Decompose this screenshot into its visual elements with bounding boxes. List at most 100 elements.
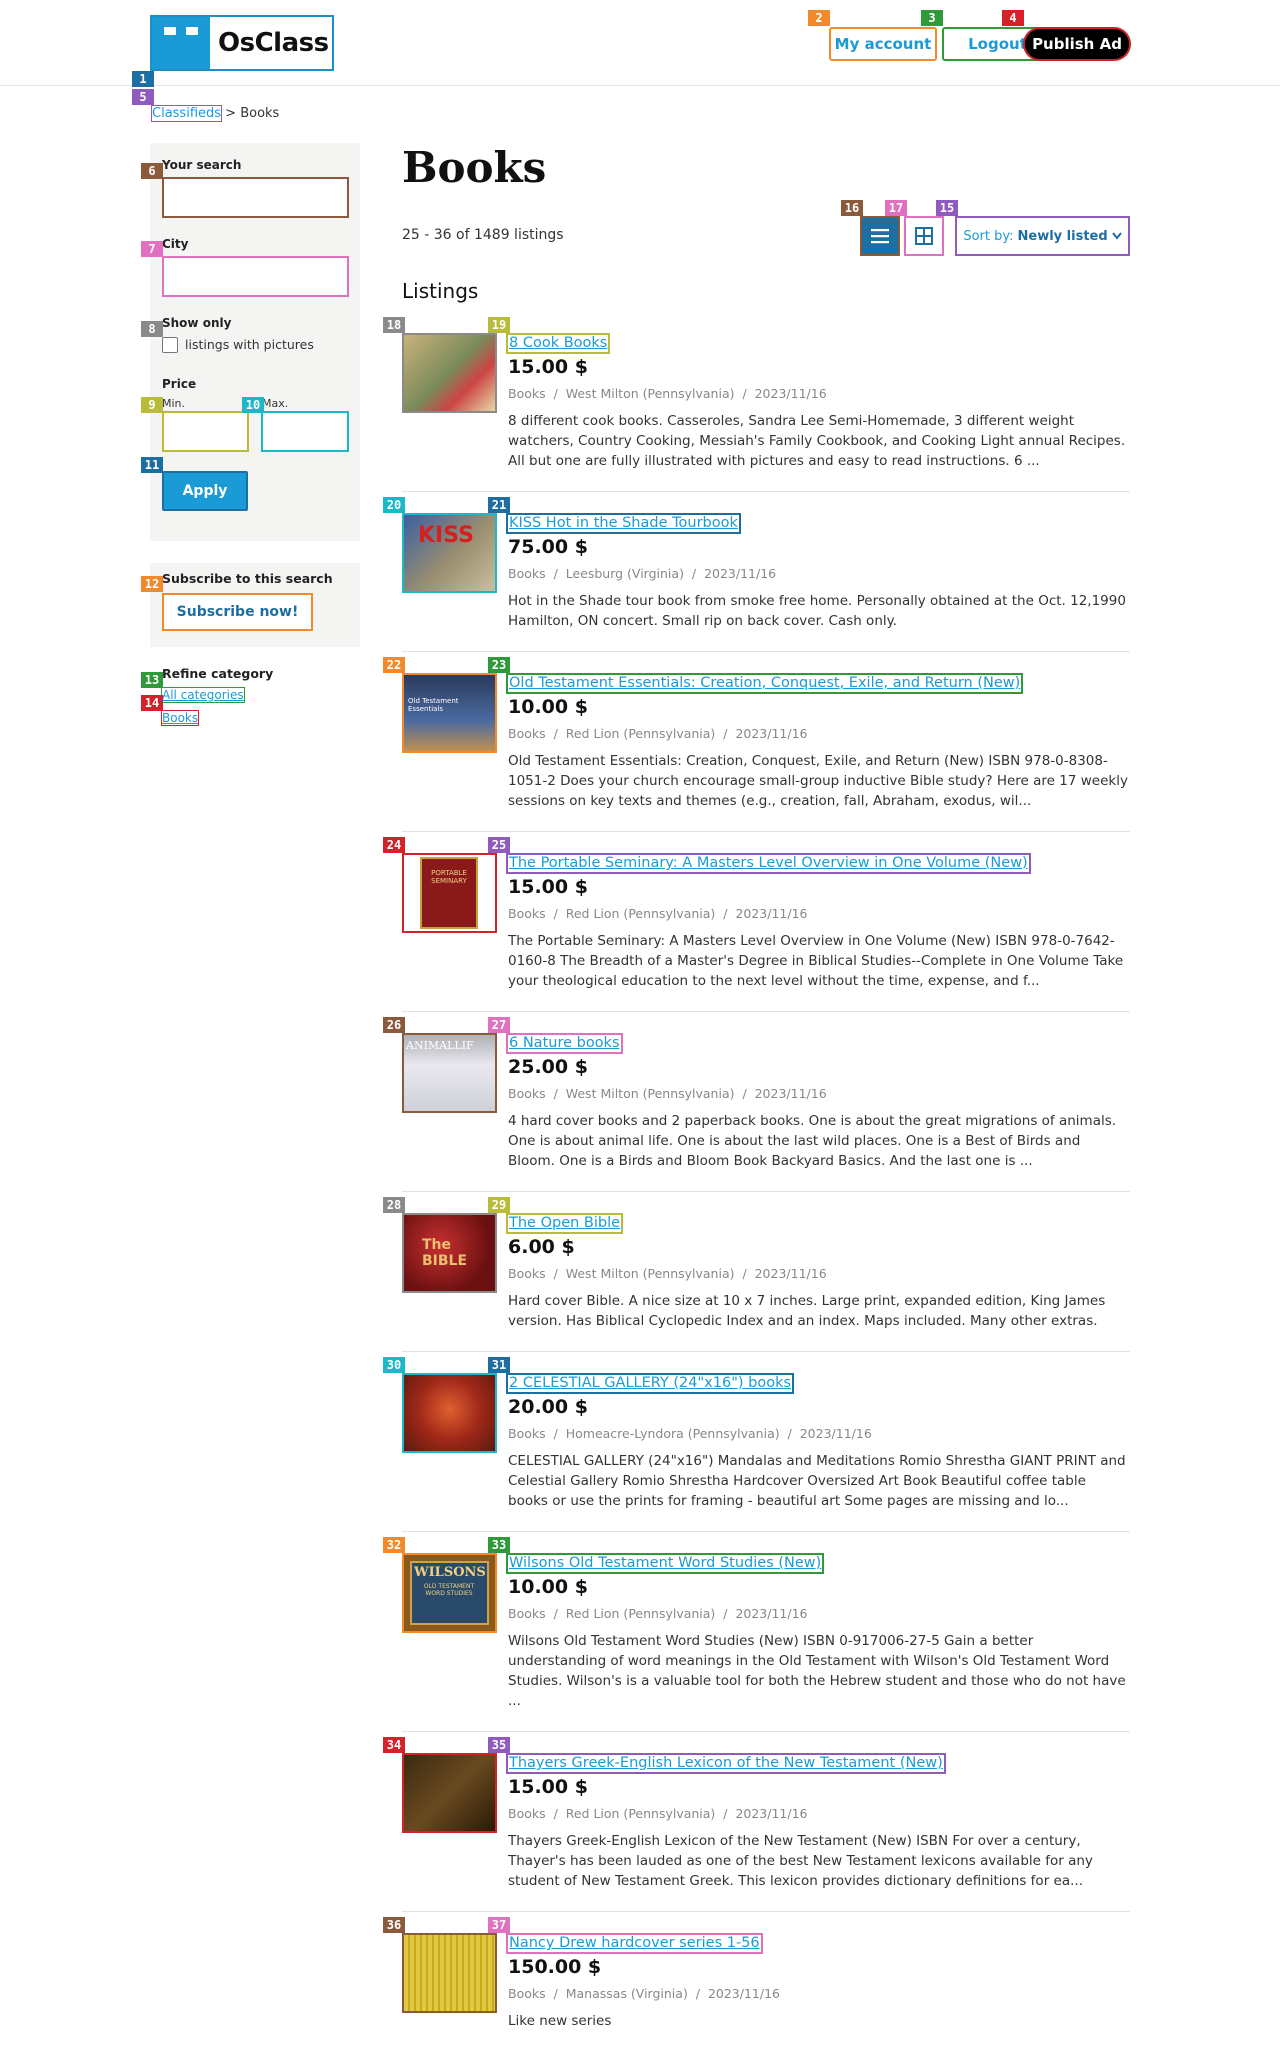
mark-badge: 17 [885, 200, 907, 216]
mark-badge: 5 [132, 89, 154, 105]
listing-description: 4 hard cover books and 2 paperback books… [508, 1113, 1117, 1169]
mark-badge: 18 [383, 317, 405, 333]
listing-price: 10.00 $ [508, 1576, 588, 1598]
pictures-only-checkbox[interactable] [162, 337, 178, 353]
my-account-button[interactable]: My account [829, 27, 937, 61]
listing-meta: Books / Red Lion (Pennsylvania) / 2023/1… [508, 1606, 808, 1621]
mark-badge: 19 [488, 317, 510, 333]
listing-meta: Books / West Milton (Pennsylvania) / 202… [508, 386, 827, 401]
thumb-bible-text: The BIBLE [422, 1237, 468, 1269]
listing-description: Wilsons Old Testament Word Studies (New)… [508, 1633, 1126, 1709]
price-min-input[interactable] [162, 411, 249, 452]
publish-ad-button[interactable]: Publish Ad [1023, 27, 1131, 61]
mark-badge: 35 [488, 1737, 510, 1753]
listing-item: 8 Cook Books 15.00 $ Books / West Milton… [402, 333, 1130, 492]
listing-title-link[interactable]: 8 Cook Books [506, 333, 611, 354]
category-books-link[interactable]: Books [160, 710, 200, 726]
chevron-down-icon [1111, 232, 1122, 240]
your-search-label: Your search [162, 158, 242, 172]
listing-title-link[interactable]: Old Testament Essentials: Creation, Conq… [506, 673, 1024, 694]
listing-price: 150.00 $ [508, 1956, 602, 1978]
listing-item: Thayers Greek-English Lexicon of the New… [402, 1753, 1130, 1912]
subscribe-title: Subscribe to this search [162, 571, 333, 586]
thumb-wilsons-text: WILSONS [414, 1565, 486, 1580]
listing-thumbnail[interactable]: Old Testament Essentials [402, 673, 497, 753]
thumb-portable-text: PORTABLE SEMINARY [431, 869, 467, 885]
listing-thumbnail[interactable] [402, 1933, 497, 2013]
listings-heading: Listings [402, 279, 479, 303]
breadcrumb-separator: > [221, 106, 241, 121]
your-search-input[interactable] [162, 177, 349, 218]
list-view-icon [871, 229, 889, 244]
listing-price: 20.00 $ [508, 1396, 588, 1418]
city-label: City [162, 237, 189, 251]
listing-title-link[interactable]: Wilsons Old Testament Word Studies (New) [506, 1553, 825, 1574]
listing-description: Hot in the Shade tour book from smoke fr… [508, 593, 1126, 629]
mark-badge: 7 [141, 241, 163, 257]
listing-title-link[interactable]: The Portable Seminary: A Masters Level O… [506, 853, 1031, 874]
list-view-button[interactable] [860, 216, 900, 256]
listing-thumbnail[interactable]: The BIBLE [402, 1213, 497, 1293]
listing-price: 15.00 $ [508, 876, 588, 898]
price-min-label: Min. [162, 397, 186, 410]
listing-item: PORTABLE SEMINARY The Portable Seminary:… [402, 853, 1130, 1012]
listing-thumbnail[interactable]: ANIMALLIF [402, 1033, 497, 1113]
mark-badge: 33 [488, 1537, 510, 1553]
mark-badge: 15 [936, 200, 958, 216]
price-max-label: Max. [262, 397, 289, 410]
mark-badge: 10 [242, 397, 264, 413]
city-input[interactable] [162, 256, 349, 297]
mark-badge: 16 [841, 200, 863, 216]
listing-thumbnail[interactable]: PORTABLE SEMINARY [402, 853, 497, 933]
listing-meta: Books / West Milton (Pennsylvania) / 202… [508, 1266, 827, 1281]
price-label: Price [162, 377, 197, 391]
logo-mark-icon [152, 17, 210, 69]
listing-title-link[interactable]: KISS Hot in the Shade Tourbook [506, 513, 741, 534]
mark-badge: 24 [383, 837, 405, 853]
apply-button[interactable]: Apply [162, 471, 248, 511]
listing-description: Old Testament Essentials: Creation, Conq… [508, 753, 1128, 809]
subscribe-button[interactable]: Subscribe now! [162, 593, 313, 631]
listing-price: 25.00 $ [508, 1056, 588, 1078]
grid-view-button[interactable] [904, 216, 944, 256]
listing-item: Nancy Drew hardcover series 1-56 150.00 … [402, 1933, 1130, 2048]
thumb-wilsons-subtext: OLD TESTAMENT WORD STUDIES [423, 1583, 475, 1597]
listing-item: WILSONS OLD TESTAMENT WORD STUDIES Wilso… [402, 1553, 1130, 1732]
site-logo[interactable]: OsClass [150, 15, 334, 71]
listing-description: Thayers Greek-English Lexicon of the New… [508, 1833, 1093, 1889]
listing-description: The Portable Seminary: A Masters Level O… [508, 933, 1124, 989]
listing-title-link[interactable]: 2 CELESTIAL GALLERY (24"x16") books [506, 1373, 795, 1394]
listing-thumbnail[interactable] [402, 1753, 497, 1833]
listing-meta: Books / Manassas (Virginia) / 2023/11/16 [508, 1986, 780, 2001]
thumb-animal-text: ANIMALLIF [406, 1039, 474, 1052]
breadcrumb-current: Books [240, 106, 280, 121]
sort-prefix: Sort by: [963, 228, 1014, 244]
listing-price: 10.00 $ [508, 696, 588, 718]
listing-title-link[interactable]: The Open Bible [506, 1213, 624, 1234]
price-max-input[interactable] [261, 411, 349, 452]
mark-badge: 14 [141, 695, 163, 711]
listing-title-link[interactable]: Thayers Greek-English Lexicon of the New… [506, 1753, 946, 1774]
mark-badge: 37 [488, 1917, 510, 1933]
listing-title-link[interactable]: 6 Nature books [506, 1033, 623, 1054]
breadcrumb: Classifieds > Books [150, 105, 280, 122]
listing-thumbnail[interactable]: WILSONS OLD TESTAMENT WORD STUDIES [402, 1553, 497, 1633]
show-only-label: Show only [162, 316, 232, 330]
listing-meta: Books / Homeacre-Lyndora (Pennsylvania) … [508, 1426, 872, 1441]
listing-thumbnail[interactable] [402, 333, 497, 413]
listing-price: 15.00 $ [508, 356, 588, 378]
mark-badge: 13 [141, 672, 163, 688]
sort-dropdown[interactable]: Sort by: Newly listed [955, 216, 1130, 256]
listing-meta: Books / Red Lion (Pennsylvania) / 2023/1… [508, 1806, 808, 1821]
listing-thumbnail[interactable]: KISS [402, 513, 497, 593]
mark-badge: 1 [132, 71, 154, 87]
mark-badge: 2 [808, 10, 830, 26]
listing-title-link[interactable]: Nancy Drew hardcover series 1-56 [506, 1933, 763, 1954]
breadcrumb-classifieds-link[interactable]: Classifieds [150, 105, 223, 122]
listing-item: 2 CELESTIAL GALLERY (24"x16") books 20.0… [402, 1373, 1130, 1532]
category-all-link[interactable]: All categories [161, 687, 245, 703]
mark-badge: 27 [488, 1017, 510, 1033]
listing-thumbnail[interactable] [402, 1373, 497, 1453]
logo-text: OsClass [218, 28, 329, 58]
mark-badge: 22 [383, 657, 405, 673]
